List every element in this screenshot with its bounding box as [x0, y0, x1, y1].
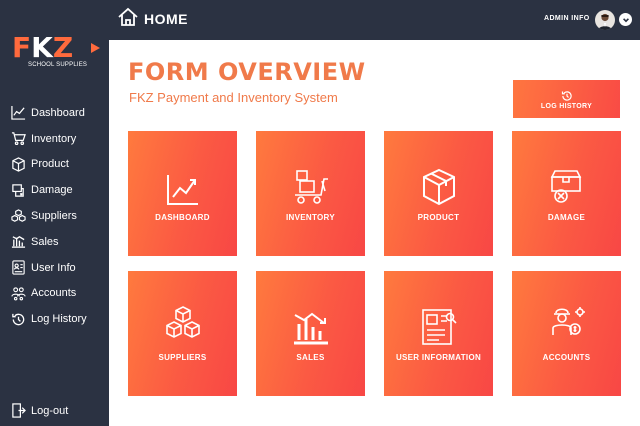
chevron-down-icon — [622, 16, 630, 24]
user-dropdown-button[interactable] — [619, 13, 632, 26]
tile-inventory[interactable]: INVENTORY — [256, 131, 365, 256]
history-icon — [561, 89, 573, 101]
brand-logo: FKZ SCHOOL SUPPLIES — [12, 31, 100, 74]
stacked-boxes-icon — [11, 208, 26, 224]
sidebar-item-label: User Info — [31, 261, 76, 274]
sidebar-item-label: Damage — [31, 184, 73, 197]
admin-info-label[interactable]: ADMIN INFO — [544, 15, 590, 22]
tile-label: INVENTORY — [286, 213, 335, 222]
logout-label: Log-out — [31, 404, 69, 417]
log-history-label: LOG HISTORY — [540, 102, 593, 110]
tile-label: SALES — [296, 353, 325, 362]
tile-dashboard[interactable]: DASHBOARD — [128, 131, 237, 256]
app-window: FKZ SCHOOL SUPPLIES Dashboard Inventory — [0, 0, 640, 426]
tile-label: DASHBOARD — [155, 213, 210, 222]
tile-suppliers[interactable]: SUPPLIERS — [128, 271, 237, 396]
sidebar-item-damage[interactable]: Damage — [0, 177, 109, 203]
sidebar-item-sales[interactable]: Sales — [0, 229, 109, 255]
sidebar-item-label: Sales — [31, 235, 59, 248]
tile-label: SUPPLIERS — [158, 353, 207, 362]
sidebar-item-label: Inventory — [31, 132, 77, 145]
tile-accounts[interactable]: ACCOUNTS — [512, 271, 621, 396]
sidebar-item-user-info[interactable]: User Info — [0, 255, 109, 281]
damage-box-icon — [11, 183, 26, 198]
users-icon — [11, 286, 26, 301]
page-title: FORM OVERVIEW — [128, 58, 366, 86]
logout-button[interactable]: Log-out — [11, 403, 68, 418]
tile-user-information[interactable]: USER INFORMATION — [384, 271, 493, 396]
box-icon — [419, 167, 459, 207]
top-bar: HOME ADMIN INFO — [109, 0, 640, 40]
stacked-boxes-icon — [163, 305, 203, 345]
logo-wordmark: FKZ — [12, 31, 74, 64]
tile-label: USER INFORMATION — [395, 353, 482, 362]
chart-line-icon — [11, 105, 26, 121]
tile-label: DAMAGE — [547, 213, 586, 222]
sidebar-item-label: Suppliers — [31, 210, 77, 223]
trolley-icon — [291, 167, 331, 207]
sidebar-item-accounts[interactable]: Accounts — [0, 281, 109, 307]
tile-label: ACCOUNTS — [542, 353, 591, 362]
sidebar-item-label: Dashboard — [31, 106, 85, 119]
bar-chart-icon — [291, 307, 331, 347]
sidebar-item-dashboard[interactable]: Dashboard — [0, 100, 109, 126]
tile-sales[interactable]: SALES — [256, 271, 365, 396]
page-subtitle: FKZ Payment and Inventory System — [129, 90, 338, 105]
sidebar-item-label: Product — [31, 158, 69, 171]
worker-icon — [547, 303, 587, 343]
box-icon — [11, 157, 26, 172]
bar-chart-icon — [11, 234, 26, 249]
log-history-button[interactable]: LOG HISTORY — [513, 80, 620, 118]
id-card-icon — [419, 307, 459, 347]
page-header-title: HOME — [144, 11, 188, 27]
sidebar-item-product[interactable]: Product — [0, 152, 109, 178]
logout-icon — [11, 403, 26, 418]
damage-box-icon — [547, 165, 587, 205]
sidebar-nav: Dashboard Inventory Product Damage Suppl… — [0, 100, 109, 332]
tile-product[interactable]: PRODUCT — [384, 131, 493, 256]
tile-label: PRODUCT — [417, 213, 460, 222]
id-card-icon — [11, 260, 26, 275]
chart-line-icon — [163, 169, 203, 209]
home-icon[interactable] — [117, 6, 139, 28]
tile-damage[interactable]: DAMAGE — [512, 131, 621, 256]
sidebar-item-log-history[interactable]: Log History — [0, 306, 109, 332]
avatar[interactable] — [595, 10, 615, 30]
history-icon — [11, 312, 26, 327]
sidebar-item-inventory[interactable]: Inventory — [0, 126, 109, 152]
cart-icon — [11, 131, 26, 146]
sidebar: FKZ SCHOOL SUPPLIES Dashboard Inventory — [0, 0, 109, 426]
pencil-icon — [91, 43, 100, 53]
logo-subtitle: SCHOOL SUPPLIES — [28, 62, 88, 68]
sidebar-item-suppliers[interactable]: Suppliers — [0, 203, 109, 229]
sidebar-item-label: Log History — [31, 313, 87, 326]
sidebar-item-label: Accounts — [31, 287, 77, 300]
